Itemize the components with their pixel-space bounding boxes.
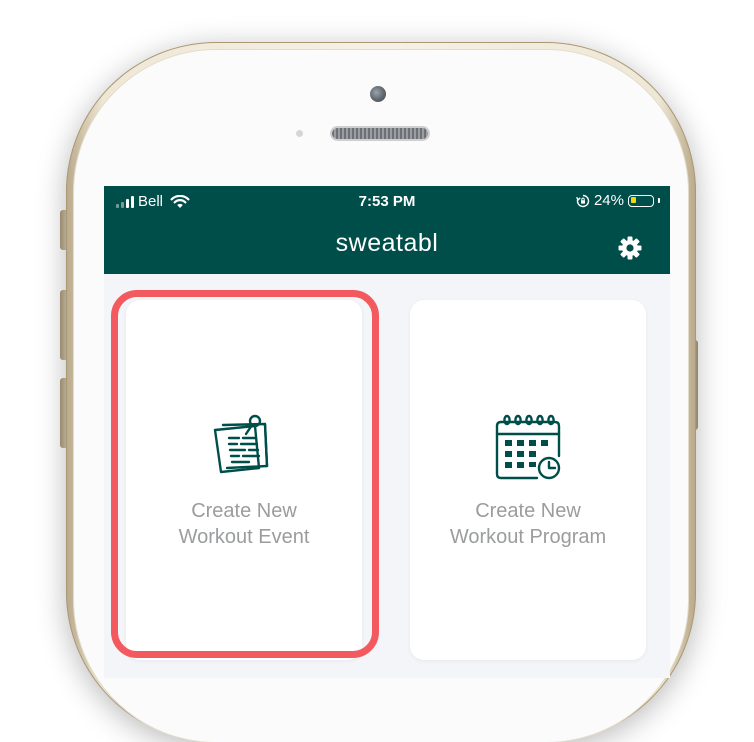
card-label-line: Workout Program [449, 526, 607, 548]
create-workout-program-card[interactable]: Create New Workout Program [410, 300, 646, 660]
settings-button[interactable] [612, 230, 648, 266]
orientation-lock-icon [575, 194, 590, 208]
battery-level [630, 197, 637, 203]
create-workout-event-card[interactable]: Create New Workout Event [126, 300, 362, 660]
front-camera [370, 86, 386, 102]
calendar-clock-icon [495, 414, 561, 480]
proximity-sensor [296, 130, 303, 137]
app-title: sweatabl [335, 229, 439, 257]
create-workout-event-label: Create New Workout Event [126, 498, 362, 550]
battery-cap [658, 198, 660, 203]
card-label-line: Create New [191, 500, 297, 522]
create-workout-program-label: Create New Workout Program [410, 498, 646, 550]
card-label-line: Workout Event [178, 526, 310, 548]
card-label-line: Create New [475, 500, 581, 522]
app-screen: Bell 7:53 PM 24% sweatabl Create New Wor… [104, 186, 670, 678]
status-right: 24% [575, 192, 660, 209]
gear-icon [618, 236, 642, 260]
earpiece-speaker [332, 128, 428, 139]
pinned-notes-icon [213, 414, 269, 474]
app-header: sweatabl [104, 218, 670, 274]
battery-icon [628, 194, 654, 207]
status-bar: Bell 7:53 PM 24% [104, 186, 670, 218]
battery-percent: 24% [593, 192, 624, 209]
